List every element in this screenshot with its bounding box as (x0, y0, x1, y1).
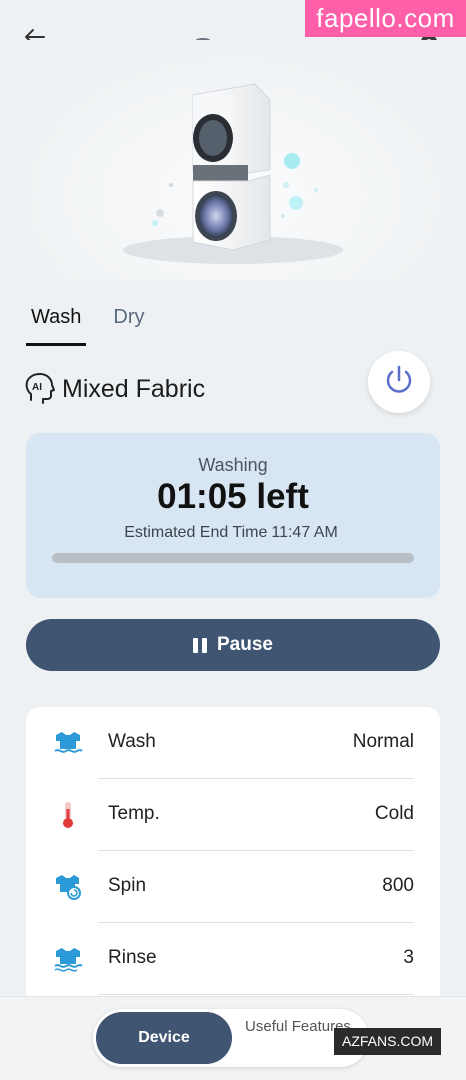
spin-shirt-icon (53, 873, 83, 901)
watermark-bottom: AZFANS.COM (334, 1028, 441, 1055)
setting-label: Wash (108, 731, 156, 752)
setting-label: Temp. (108, 803, 160, 824)
remaining-time: 01:05 left (157, 477, 309, 516)
tab-wash[interactable]: Wash (26, 300, 87, 346)
status-card: Washing 01:05 left Estimated End Time 11:… (26, 433, 440, 598)
watermark-top: fapello.com (305, 0, 466, 37)
thermometer-icon (53, 801, 83, 829)
power-icon (382, 363, 416, 402)
setting-value: Cold (374, 803, 414, 824)
setting-value: 800 (382, 875, 414, 896)
settings-list: Wash Normal Temp. Cold Spin 800 Rinse 3 (26, 707, 440, 1037)
pause-button[interactable]: Pause (26, 619, 440, 671)
pause-icon (193, 637, 207, 653)
mode-tabs: Wash Dry (26, 300, 150, 346)
program-header: AI Mixed Fabric (24, 372, 205, 406)
end-time-label: Estimated End Time (124, 524, 268, 541)
setting-row-rinse[interactable]: Rinse 3 (26, 923, 440, 995)
setting-value: 3 (403, 947, 414, 968)
divider (98, 994, 414, 995)
bottom-nav-pill: Device Useful Features (93, 1009, 369, 1067)
status-label: Washing (198, 455, 268, 475)
setting-row-wash[interactable]: Wash Normal (26, 707, 440, 779)
title-dot-icon (195, 30, 211, 42)
ai-head-icon: AI (24, 372, 56, 406)
tab-dry[interactable]: Dry (108, 300, 149, 342)
program-name: Mixed Fabric (62, 374, 206, 403)
setting-row-spin[interactable]: Spin 800 (26, 851, 440, 923)
setting-value: Normal (352, 731, 414, 752)
rinse-shirt-icon (53, 945, 83, 973)
nav-device-button[interactable]: Device (96, 1012, 232, 1064)
setting-label: Spin (108, 875, 147, 896)
setting-row-temp[interactable]: Temp. Cold (26, 779, 440, 851)
estimated-end-time: Estimated End Time 11:47 AM (26, 524, 440, 542)
power-button[interactable] (368, 351, 430, 413)
pause-label: Pause (217, 634, 273, 655)
progress-bar (52, 553, 414, 563)
setting-label: Rinse (108, 947, 157, 968)
appliance-hero-image (0, 40, 466, 280)
wash-shirt-icon (53, 729, 83, 757)
end-time-value: 11:47 AM (271, 524, 338, 541)
svg-text:AI: AI (32, 382, 42, 393)
